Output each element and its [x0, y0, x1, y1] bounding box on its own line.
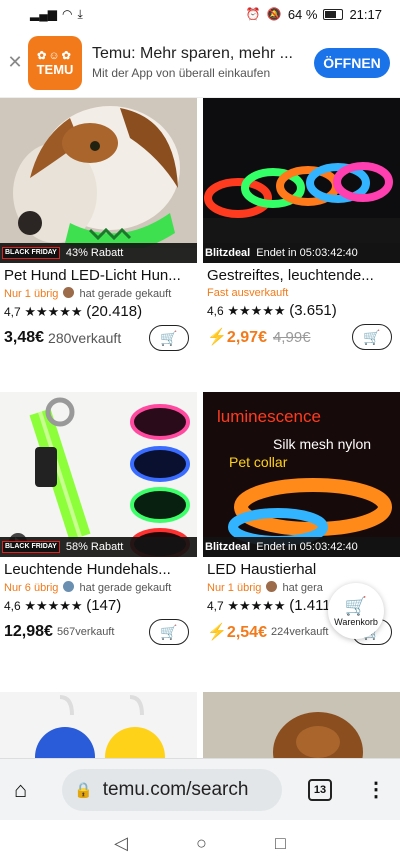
- stock-label: Nur 1 übrig: [4, 288, 59, 300]
- product-card[interactable]: [203, 692, 400, 758]
- add-to-cart-button[interactable]: 🛒: [149, 325, 189, 351]
- black-friday-badge: BLACK FRIDAY: [2, 541, 60, 553]
- browser-toolbar: ⌂ 🔒 temu.com/search 13 ⋮: [0, 758, 400, 820]
- star-icons: ★★★★★: [227, 303, 286, 318]
- image-caption-3: Pet collar: [229, 454, 288, 470]
- discount-label: 43% Rabatt: [65, 247, 124, 259]
- download-icon: ⤓: [77, 7, 83, 21]
- open-app-button[interactable]: ÖFFNEN: [314, 47, 390, 78]
- rating: 4,6 ★★★★★ (147): [4, 597, 122, 614]
- home-icon[interactable]: ⌂: [14, 777, 48, 803]
- buyer-avatar: [266, 581, 278, 592]
- discount-label: 58% Rabatt: [65, 541, 124, 553]
- mute-icon: 🔕: [266, 7, 282, 21]
- review-count: (147): [86, 597, 122, 614]
- sold-count: 224verkauft: [270, 626, 329, 638]
- back-icon[interactable]: ◁: [114, 833, 128, 854]
- rating: 4,7 ★★★★★ (20.418): [4, 303, 143, 320]
- product-title[interactable]: Pet Hund LED-Licht Hun...: [4, 267, 193, 284]
- discount-bar: BLACK FRIDAY 43% Rabatt: [0, 243, 197, 263]
- product-card[interactable]: BLACK FRIDAY 43% Rabatt Pet Hund LED-Lic…: [0, 98, 197, 352]
- product-title[interactable]: Leuchtende Hundehals...: [4, 561, 193, 578]
- floating-cart-button[interactable]: 🛒 Warenkorb: [328, 583, 384, 639]
- product-image[interactable]: BLACK FRIDAY 58% Rabatt: [0, 392, 197, 557]
- sold-count: 280verkauft: [48, 330, 122, 346]
- product-image[interactable]: [203, 692, 400, 758]
- tab-switcher-button[interactable]: 13: [308, 778, 332, 801]
- product-grid: BLACK FRIDAY 43% Rabatt Pet Hund LED-Lic…: [0, 98, 400, 758]
- cart-icon: 🛒: [344, 595, 368, 616]
- alarm-icon: ⏰: [245, 7, 261, 21]
- image-caption-1: luminescence: [217, 407, 321, 426]
- app-install-banner: ✕ ✿☺✿ TEMU Temu: Mehr sparen, mehr ... M…: [0, 28, 400, 98]
- url-text: temu.com/search: [102, 778, 249, 800]
- star-icons: ★★★★★: [227, 598, 286, 613]
- banner-title: Temu: Mehr sparen, mehr ...: [92, 45, 293, 62]
- product-price: 3,48€: [4, 329, 45, 346]
- address-bar[interactable]: 🔒 temu.com/search: [62, 768, 282, 811]
- flash-deal-bar: Blitzdeal Endet in 05:03:42:40: [203, 537, 400, 557]
- product-price: ⚡2,54€: [207, 624, 267, 641]
- flash-deal-label: Blitzdeal: [205, 541, 251, 553]
- activity-label: hat gerade gekauft: [79, 582, 172, 594]
- product-image[interactable]: luminescence Silk mesh nylon Pet collar …: [203, 392, 400, 557]
- review-count: (20.418): [86, 303, 143, 320]
- product-price: ⚡2,97€: [207, 329, 267, 346]
- signal-icon: ▂▄▆: [30, 7, 57, 21]
- star-icons: ★★★★★: [24, 304, 83, 319]
- add-cart-icon: 🛒: [160, 329, 178, 346]
- product-image[interactable]: Blitzdeal Endet in 05:03:42:40: [203, 98, 400, 263]
- review-count: (3.651): [289, 302, 337, 319]
- product-price: 12,98€: [4, 623, 53, 640]
- image-caption-2: Silk mesh nylon: [273, 436, 371, 452]
- original-price: 4,99€: [272, 328, 311, 346]
- star-icons: ★★★★★: [24, 598, 83, 613]
- product-card[interactable]: BLACK FRIDAY 58% Rabatt Leuchtende Hunde…: [0, 392, 197, 646]
- clock: 21:17: [349, 6, 382, 22]
- add-to-cart-button[interactable]: 🛒: [149, 619, 189, 645]
- add-cart-icon: 🛒: [363, 328, 381, 345]
- product-image[interactable]: BLACK FRIDAY 43% Rabatt: [0, 98, 197, 263]
- countdown-label: Endet in 05:03:42:40: [256, 247, 358, 259]
- close-icon[interactable]: ✕: [2, 52, 28, 73]
- stock-label: Fast ausverkauft: [207, 287, 289, 299]
- battery-percent: 64 %: [287, 6, 318, 22]
- activity-label: hat gera: [282, 582, 323, 594]
- lock-icon: 🔒: [74, 781, 93, 799]
- rating: 4,6 ★★★★★ (3.651): [207, 302, 337, 319]
- product-card[interactable]: [0, 692, 197, 758]
- more-menu-icon[interactable]: ⋮: [366, 777, 386, 802]
- black-friday-badge: BLACK FRIDAY: [2, 247, 60, 259]
- discount-bar: BLACK FRIDAY 58% Rabatt: [0, 537, 197, 557]
- product-image[interactable]: [0, 692, 197, 758]
- system-nav-bar: ◁ ○ □: [0, 820, 400, 867]
- sold-count: 567verkauft: [56, 626, 115, 638]
- home-nav-icon[interactable]: ○: [196, 833, 207, 854]
- battery-icon: [323, 8, 344, 20]
- status-bar: ▂▄▆ ◠ ⤓ ⏰ 🔕 64 % 21:17: [0, 0, 400, 28]
- banner-subtitle: Mit der App von überall einkaufen: [92, 66, 271, 80]
- product-title[interactable]: LED Haustierhal: [207, 561, 396, 578]
- product-card[interactable]: Blitzdeal Endet in 05:03:42:40 Gestreift…: [203, 98, 400, 351]
- cart-label: Warenkorb: [334, 616, 378, 627]
- wifi-icon: ◠: [61, 7, 73, 21]
- product-title[interactable]: Gestreiftes, leuchtende...: [207, 267, 396, 284]
- buyer-avatar: [63, 287, 75, 298]
- stock-label: Nur 1 übrig: [207, 582, 262, 594]
- activity-label: hat gerade gekauft: [79, 288, 172, 300]
- flash-deal-bar: Blitzdeal Endet in 05:03:42:40: [203, 243, 400, 263]
- add-to-cart-button[interactable]: 🛒: [352, 324, 392, 350]
- temu-logo: ✿☺✿ TEMU: [28, 35, 82, 90]
- stock-label: Nur 6 übrig: [4, 582, 59, 594]
- recents-icon[interactable]: □: [275, 833, 286, 854]
- countdown-label: Endet in 05:03:42:40: [256, 541, 358, 553]
- buyer-avatar: [63, 581, 75, 592]
- add-cart-icon: 🛒: [160, 623, 178, 640]
- flash-deal-label: Blitzdeal: [205, 247, 251, 259]
